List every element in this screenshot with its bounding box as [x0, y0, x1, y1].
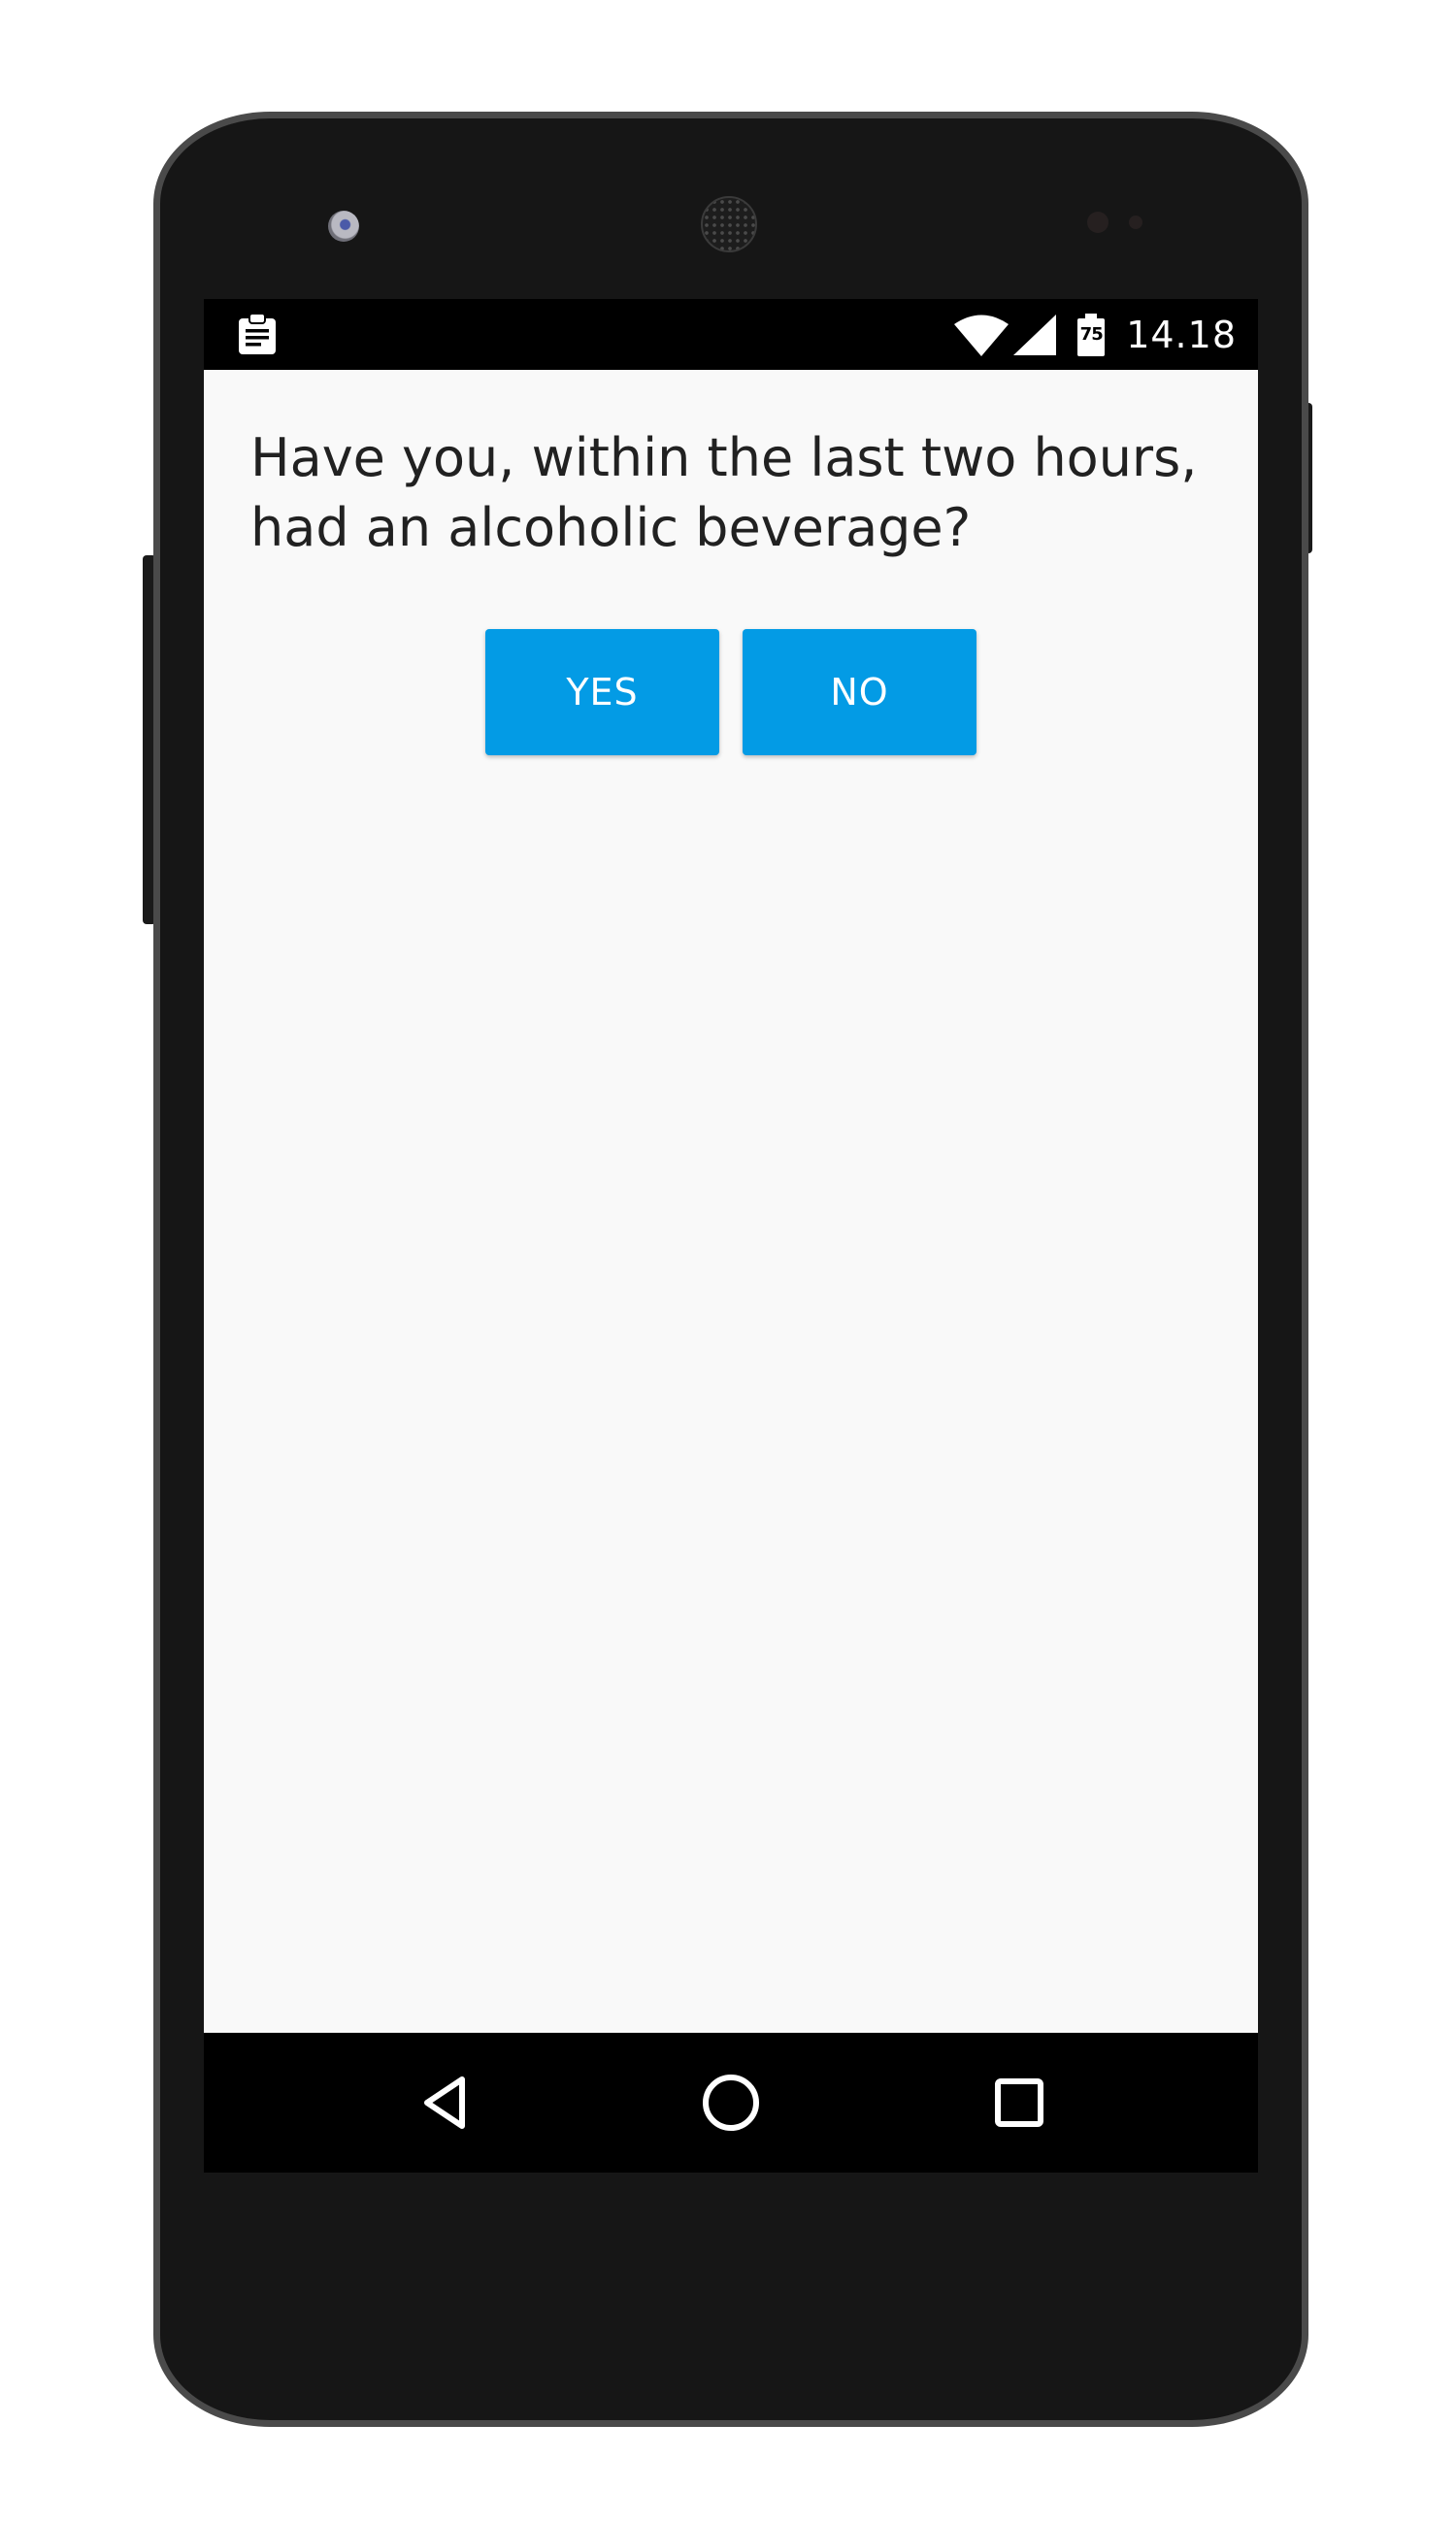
- yes-button[interactable]: YES: [485, 629, 719, 755]
- proximity-sensor: [1087, 212, 1109, 233]
- wifi-icon: [953, 314, 1009, 356]
- clipboard-icon: [237, 313, 278, 355]
- cell-signal-icon: [1013, 314, 1057, 355]
- front-camera: [328, 211, 359, 242]
- device-frame: 75 14.18 Have you, within the last two h…: [0, 0, 1456, 2524]
- battery-icon: 75: [1077, 313, 1106, 356]
- home-circle-icon[interactable]: [698, 2070, 764, 2136]
- earpiece-speaker: [701, 196, 757, 252]
- battery-level: 75: [1079, 323, 1104, 345]
- screen: 75 14.18 Have you, within the last two h…: [204, 299, 1258, 2173]
- no-button[interactable]: NO: [743, 629, 976, 755]
- navigation-bar: [204, 2033, 1258, 2173]
- question-text: Have you, within the last two hours, had…: [250, 427, 1198, 558]
- status-clock: 14.18: [1126, 313, 1237, 356]
- back-triangle-icon[interactable]: [414, 2070, 480, 2136]
- recents-square-icon[interactable]: [986, 2070, 1052, 2136]
- light-sensor: [1129, 216, 1142, 229]
- status-bar: 75 14.18: [204, 299, 1258, 370]
- status-icons: 75 14.18: [953, 299, 1237, 370]
